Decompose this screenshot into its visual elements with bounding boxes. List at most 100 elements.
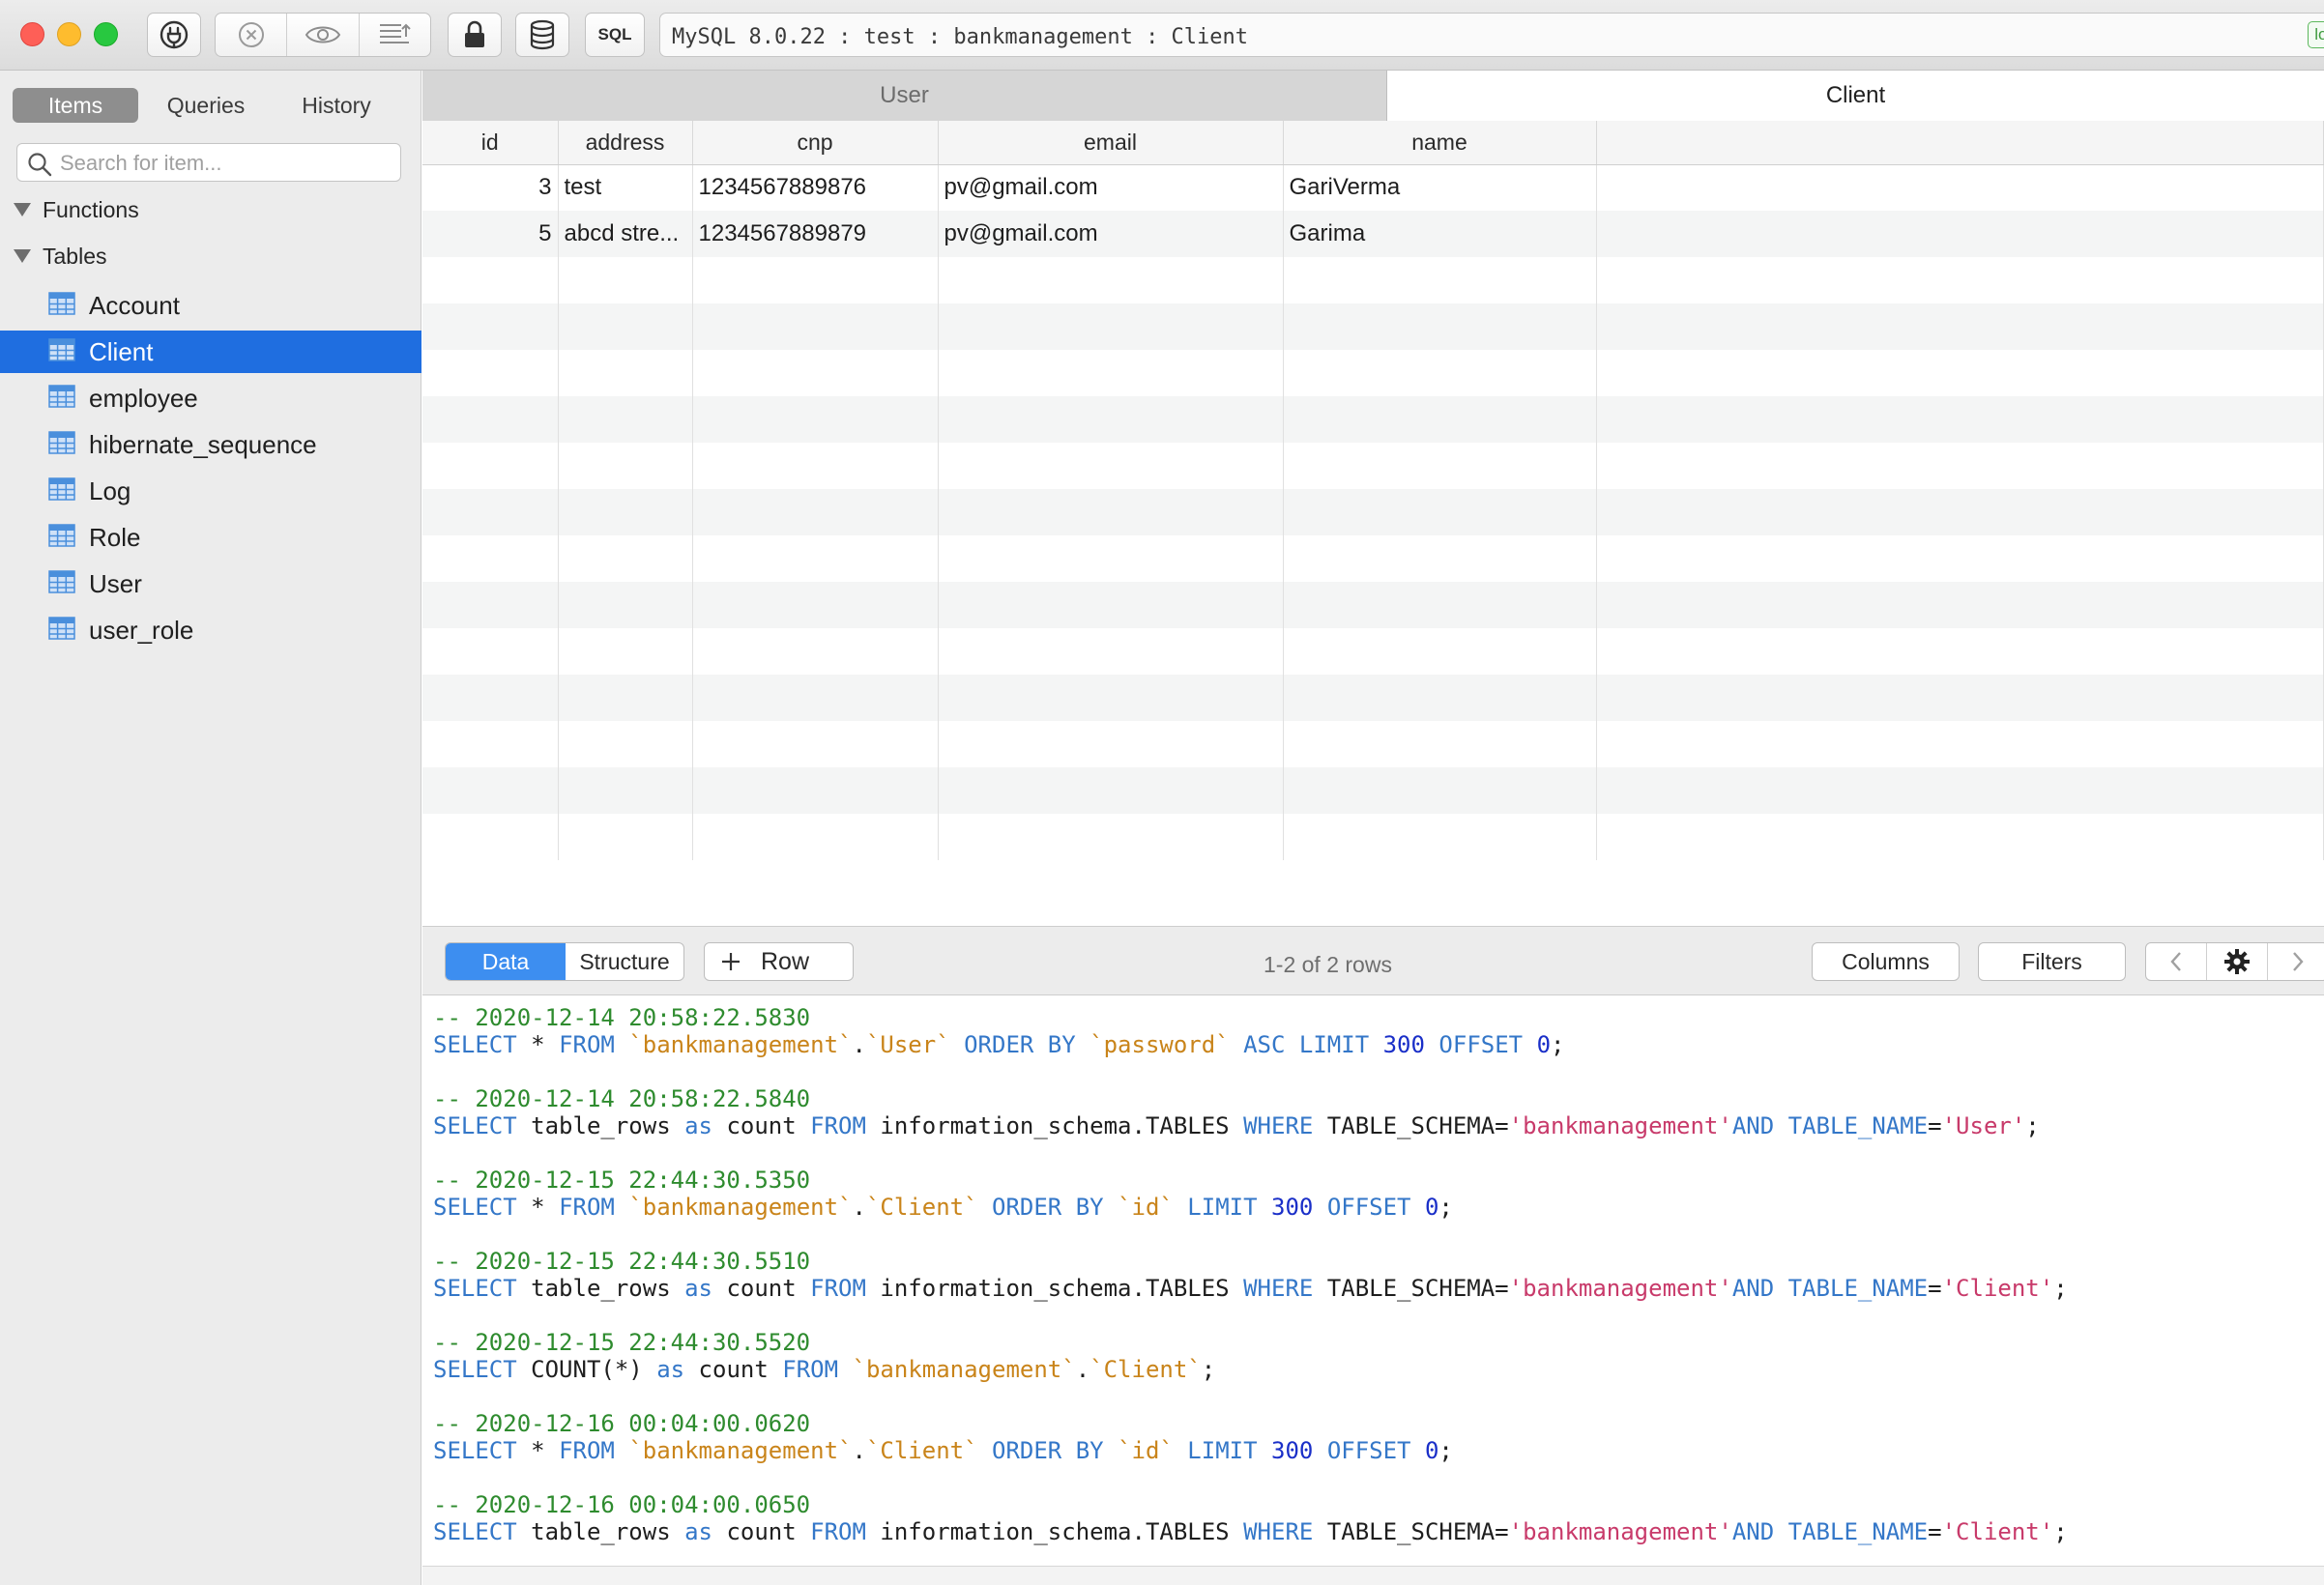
data-view-button[interactable]: Data [446, 943, 566, 980]
sql-button[interactable]: SQL [585, 13, 645, 57]
column-header-address[interactable]: address [558, 121, 693, 165]
table-cell-cnp[interactable]: 1234567889876 [692, 164, 939, 211]
empty-table-row[interactable] [422, 396, 2324, 443]
table-cell-cnp[interactable] [692, 675, 939, 721]
table-cell-email[interactable] [938, 489, 1284, 535]
table-cell-address[interactable] [558, 721, 693, 767]
table-cell-email[interactable] [938, 814, 1284, 860]
table-cell-name[interactable] [1283, 350, 1597, 396]
table-cell-name[interactable]: Garima [1283, 211, 1597, 257]
tree-group-functions[interactable]: Functions [0, 190, 421, 229]
table-cell-name[interactable] [1283, 814, 1597, 860]
tab-client[interactable]: Client [1387, 71, 2324, 121]
table-cell-id[interactable] [422, 257, 559, 303]
table-cell-name[interactable]: GariVerma [1283, 164, 1597, 211]
table-cell-cnp[interactable] [692, 628, 939, 675]
column-header-email[interactable]: email [938, 121, 1284, 165]
table-cell-id[interactable]: 3 [422, 164, 559, 211]
table-cell-cnp[interactable] [692, 443, 939, 489]
table-row[interactable]: 3 test 1234567889876 pv@gmail.com GariVerma [422, 164, 2324, 211]
table-cell-name[interactable] [1283, 628, 1597, 675]
table-cell-email[interactable] [938, 675, 1284, 721]
table-cell-cnp[interactable] [692, 767, 939, 814]
table-cell-name[interactable] [1283, 535, 1597, 582]
table-cell-cnp[interactable]: 1234567889879 [692, 211, 939, 257]
table-cell-id[interactable] [422, 582, 559, 628]
tree-group-tables[interactable]: Tables [0, 237, 421, 275]
empty-table-row[interactable] [422, 535, 2324, 582]
empty-table-row[interactable] [422, 814, 2324, 860]
empty-table-row[interactable] [422, 303, 2324, 350]
table-cell-email[interactable] [938, 535, 1284, 582]
tab-history[interactable]: History [274, 88, 399, 123]
table-cell-address[interactable] [558, 675, 693, 721]
table-cell-address[interactable] [558, 767, 693, 814]
table-cell-address[interactable] [558, 303, 693, 350]
table-cell-address[interactable]: abcd stre... [558, 211, 693, 257]
empty-table-row[interactable] [422, 443, 2324, 489]
column-header-cnp[interactable]: cnp [692, 121, 939, 165]
column-header-id[interactable]: id [422, 121, 559, 165]
empty-table-row[interactable] [422, 721, 2324, 767]
table-cell-email[interactable] [938, 396, 1284, 443]
database-button[interactable] [515, 13, 569, 57]
table-cell-address[interactable] [558, 257, 693, 303]
window-maximize-button[interactable] [94, 22, 118, 46]
table-cell-name[interactable] [1283, 443, 1597, 489]
table-cell-email[interactable] [938, 582, 1284, 628]
table-cell-id[interactable] [422, 396, 559, 443]
table-cell-id[interactable] [422, 721, 559, 767]
table-cell-id[interactable] [422, 303, 559, 350]
table-cell-cnp[interactable] [692, 257, 939, 303]
sidebar-item-table[interactable]: Account [0, 284, 421, 327]
empty-table-row[interactable] [422, 350, 2324, 396]
table-cell-address[interactable] [558, 582, 693, 628]
table-cell-address[interactable] [558, 350, 693, 396]
sidebar-item-table[interactable]: hibernate_sequence [0, 423, 421, 466]
empty-table-row[interactable] [422, 582, 2324, 628]
empty-table-row[interactable] [422, 257, 2324, 303]
table-cell-email[interactable]: pv@gmail.com [938, 211, 1284, 257]
previous-page-button[interactable] [2146, 943, 2207, 980]
sort-button[interactable] [360, 14, 430, 56]
add-row-button[interactable]: Row [704, 942, 854, 981]
table-cell-cnp[interactable] [692, 814, 939, 860]
table-cell-cnp[interactable] [692, 396, 939, 443]
table-cell-email[interactable] [938, 767, 1284, 814]
table-cell-id[interactable] [422, 814, 559, 860]
preview-button[interactable] [287, 14, 360, 56]
sidebar-item-table[interactable]: Client [0, 331, 421, 373]
table-cell-address[interactable] [558, 443, 693, 489]
table-cell-address[interactable]: test [558, 164, 693, 211]
tab-user[interactable]: User [422, 71, 1387, 121]
sidebar-item-table[interactable]: Log [0, 470, 421, 512]
window-minimize-button[interactable] [57, 22, 81, 46]
empty-table-row[interactable] [422, 489, 2324, 535]
window-close-button[interactable] [20, 22, 44, 46]
table-cell-address[interactable] [558, 628, 693, 675]
table-cell-id[interactable] [422, 489, 559, 535]
structure-view-button[interactable]: Structure [566, 943, 683, 980]
table-cell-cnp[interactable] [692, 721, 939, 767]
table-cell-email[interactable]: pv@gmail.com [938, 164, 1284, 211]
table-cell-id[interactable]: 5 [422, 211, 559, 257]
next-page-button[interactable] [2268, 943, 2324, 980]
table-cell-name[interactable] [1283, 721, 1597, 767]
tab-items[interactable]: Items [13, 88, 138, 123]
table-cell-address[interactable] [558, 489, 693, 535]
table-cell-name[interactable] [1283, 582, 1597, 628]
table-cell-email[interactable] [938, 628, 1284, 675]
columns-button[interactable]: Columns [1812, 942, 1960, 981]
settings-button[interactable] [2207, 943, 2268, 980]
table-cell-email[interactable] [938, 257, 1284, 303]
empty-table-row[interactable] [422, 628, 2324, 675]
table-cell-cnp[interactable] [692, 535, 939, 582]
table-cell-name[interactable] [1283, 767, 1597, 814]
table-cell-cnp[interactable] [692, 350, 939, 396]
table-cell-id[interactable] [422, 628, 559, 675]
empty-table-row[interactable] [422, 767, 2324, 814]
filters-button[interactable]: Filters [1978, 942, 2126, 981]
table-cell-id[interactable] [422, 767, 559, 814]
column-header-name[interactable]: name [1283, 121, 1597, 165]
stop-button[interactable] [216, 14, 288, 56]
